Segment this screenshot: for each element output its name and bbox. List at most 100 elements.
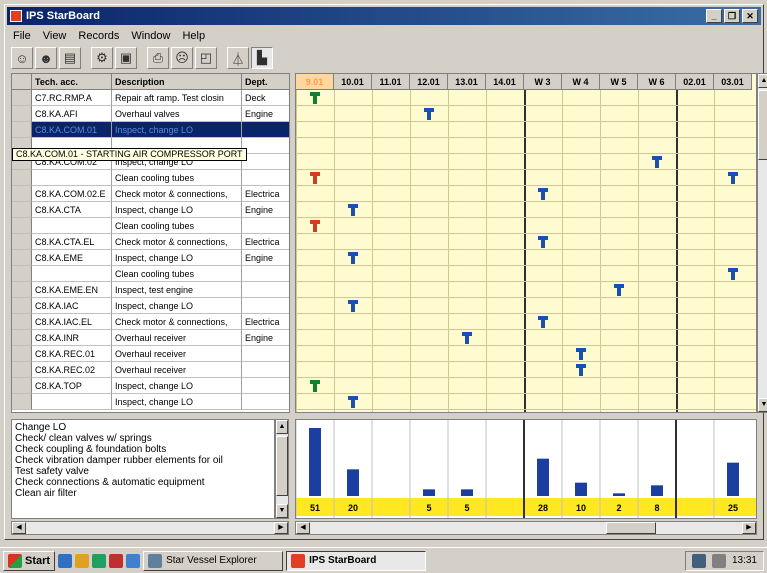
job-marker-icon[interactable] xyxy=(348,204,358,216)
table-row[interactable]: Inspect, change LO xyxy=(12,394,289,410)
table-row[interactable]: Clean cooling tubes xyxy=(12,170,289,186)
note-item[interactable]: Check connections & automatic equipment xyxy=(15,477,271,488)
timeline-column-header[interactable]: 12.01 xyxy=(410,74,448,90)
timeline-column-header[interactable]: W 4 xyxy=(562,74,600,90)
quicklaunch-ie-icon[interactable] xyxy=(58,553,73,568)
timeline-column-header[interactable]: W 5 xyxy=(600,74,638,90)
table-row[interactable]: C8.KA.INR Overhaul receiver Engine xyxy=(12,330,289,346)
row-selector[interactable] xyxy=(12,282,32,298)
note-item[interactable]: Check vibration damper rubber elements f… xyxy=(15,455,271,466)
row-selector[interactable] xyxy=(12,362,32,378)
note-item[interactable]: Clean air filter xyxy=(15,488,271,499)
left-horizontal-scrollbar[interactable]: ◀ ▶ xyxy=(11,521,289,535)
close-button[interactable]: ✕ xyxy=(742,9,758,23)
job-marker-icon[interactable] xyxy=(538,188,548,200)
table-row[interactable]: C8.KA.CTA.EL Check motor & connections, El… xyxy=(12,234,289,250)
note-item[interactable]: Change LO xyxy=(15,422,271,433)
note-item[interactable]: Check/ clean valves w/ springs xyxy=(15,433,271,444)
right-horizontal-scrollbar[interactable]: ◀ ▶ xyxy=(295,521,757,535)
scroll-right-icon[interactable]: ▶ xyxy=(274,522,288,534)
minimize-button[interactable]: _ xyxy=(706,9,722,23)
maximize-button[interactable]: ❐ xyxy=(724,9,740,23)
quicklaunch-desktop-icon[interactable] xyxy=(126,553,141,568)
job-marker-icon[interactable] xyxy=(348,252,358,264)
job-marker-icon[interactable] xyxy=(614,284,624,296)
column-header-tech[interactable]: Tech. acc. xyxy=(32,74,112,90)
timeline-column-header[interactable]: W 6 xyxy=(638,74,676,90)
job-marker-icon[interactable] xyxy=(348,300,358,312)
table-row[interactable]: C7.RC.RMP.A Repair aft ramp. Test closin D… xyxy=(12,90,289,106)
job-marker-icon[interactable] xyxy=(348,396,358,408)
row-selector[interactable] xyxy=(12,330,32,346)
timeline-scroll-left-icon[interactable]: ◀ xyxy=(296,522,310,534)
timeline-column-header[interactable]: W 3 xyxy=(524,74,562,90)
chart-icon[interactable]: ▙ xyxy=(251,47,273,69)
save-icon[interactable]: ▣ xyxy=(115,47,137,69)
timeline-column-header[interactable]: 02.01 xyxy=(676,74,714,90)
timeline-column-header[interactable]: 03.01 xyxy=(714,74,752,90)
table-row[interactable]: Clean cooling tubes xyxy=(12,218,289,234)
notes-scroll-up-icon[interactable]: ▲ xyxy=(276,420,288,434)
quicklaunch-folder-icon[interactable] xyxy=(75,553,90,568)
network-icon[interactable] xyxy=(691,553,706,568)
job-marker-icon[interactable] xyxy=(462,332,472,344)
scroll-left-icon[interactable]: ◀ xyxy=(12,522,26,534)
table-row[interactable]: C8.KA.IAC Inspect, change LO xyxy=(12,298,289,314)
timeline-scroll-thumb[interactable] xyxy=(606,522,656,534)
job-marker-icon[interactable] xyxy=(310,172,320,184)
timeline-column-header[interactable]: 13.01 xyxy=(448,74,486,90)
document-icon[interactable]: ▤ xyxy=(59,47,81,69)
menu-file[interactable]: File xyxy=(7,30,37,42)
table-row[interactable]: C8.KA.CTA Inspect, change LO Engine xyxy=(12,202,289,218)
menu-view[interactable]: View xyxy=(37,30,73,42)
timeline-column-header[interactable]: 9.01 xyxy=(296,74,334,90)
timeline-column-header[interactable]: 10.01 xyxy=(334,74,372,90)
note-item[interactable]: Test safety valve xyxy=(15,466,271,477)
job-marker-icon[interactable] xyxy=(538,316,548,328)
scroll-down-icon[interactable]: ▼ xyxy=(758,398,767,412)
menu-help[interactable]: Help xyxy=(176,30,211,42)
search-people-icon[interactable]: ☹ xyxy=(171,47,193,69)
table-row[interactable]: C8.KA.TOP Inspect, change LO xyxy=(12,378,289,394)
job-marker-icon[interactable] xyxy=(538,236,548,248)
row-selector[interactable] xyxy=(12,202,32,218)
quicklaunch-app-icon[interactable] xyxy=(92,553,107,568)
table-row[interactable]: C8.KA.EME.EN Inspect, test engine xyxy=(12,282,289,298)
job-marker-icon[interactable] xyxy=(728,268,738,280)
preview-icon[interactable]: ◰ xyxy=(195,47,217,69)
table-row[interactable]: C8.KA.REC.02 Overhaul receiver xyxy=(12,362,289,378)
row-selector[interactable] xyxy=(12,234,32,250)
people-icon[interactable]: ☺ xyxy=(11,47,33,69)
row-selector[interactable] xyxy=(12,298,32,314)
start-button[interactable]: Start xyxy=(3,550,56,571)
column-header-desc[interactable]: Description xyxy=(112,74,242,90)
filter-icon[interactable]: ⏃ xyxy=(227,47,249,69)
job-marker-icon[interactable] xyxy=(576,364,586,376)
row-selector[interactable] xyxy=(12,266,32,282)
job-marker-icon[interactable] xyxy=(310,380,320,392)
job-marker-icon[interactable] xyxy=(310,92,320,104)
scroll-thumb[interactable] xyxy=(758,90,767,160)
row-selector[interactable] xyxy=(12,90,32,106)
row-selector[interactable] xyxy=(12,394,32,410)
people-alt-icon[interactable]: ☻ xyxy=(35,47,57,69)
menu-records[interactable]: Records xyxy=(72,30,125,42)
row-selector[interactable] xyxy=(12,218,32,234)
note-item[interactable]: Check coupling & foundation bolts xyxy=(15,444,271,455)
timeline-column-header[interactable]: 11.01 xyxy=(372,74,410,90)
notes-scroll-down-icon[interactable]: ▼ xyxy=(276,504,288,518)
notes-list[interactable]: Change LO Check/ clean valves w/ springs C… xyxy=(11,419,275,519)
notes-scrollbar[interactable]: ▲ ▼ xyxy=(275,419,289,519)
print-icon[interactable]: ⎙ xyxy=(147,47,169,69)
table-row[interactable]: C8.KA.COM.02.E Check motor & connections,… xyxy=(12,186,289,202)
row-selector[interactable] xyxy=(12,346,32,362)
timeline-scroll-right-icon[interactable]: ▶ xyxy=(742,522,756,534)
notes-scroll-thumb[interactable] xyxy=(276,436,288,496)
scroll-up-icon[interactable]: ▲ xyxy=(758,74,767,88)
menu-window[interactable]: Window xyxy=(125,30,176,42)
table-row[interactable]: Clean cooling tubes xyxy=(12,266,289,282)
timeline-column-header[interactable]: 14.01 xyxy=(486,74,524,90)
table-row[interactable]: C8.KA.EME Inspect, change LO Engine xyxy=(12,250,289,266)
row-selector[interactable] xyxy=(12,186,32,202)
row-selector[interactable] xyxy=(12,378,32,394)
